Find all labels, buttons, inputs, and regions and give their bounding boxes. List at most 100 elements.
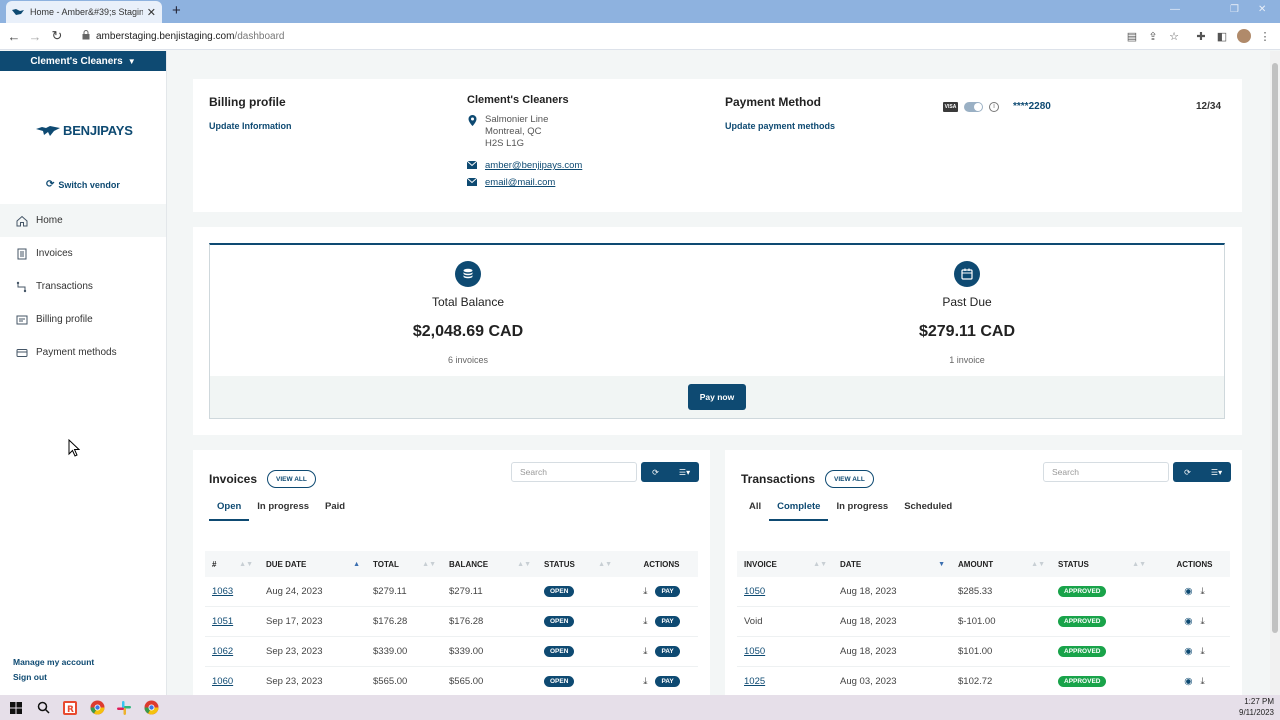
lock-icon	[82, 30, 90, 42]
url-field[interactable]: amberstaging.benjistaging.com/dashboard	[74, 26, 1116, 46]
new-tab-icon[interactable]: +	[172, 3, 181, 19]
switch-vendor-link[interactable]: ⟳ Switch vendor	[46, 179, 120, 190]
invoice-number-link[interactable]: 1060	[212, 676, 233, 687]
download-icon[interactable]: ⤓	[1201, 676, 1205, 687]
extensions-icon[interactable]: ✚	[1194, 29, 1208, 43]
download-icon[interactable]: ⤓	[1201, 616, 1205, 627]
pay-button[interactable]: PAY	[655, 646, 680, 657]
slack-icon[interactable]	[113, 697, 135, 719]
tab-in-progress[interactable]: In progress	[249, 501, 317, 521]
sidebar-item-billing-profile[interactable]: Billing profile	[0, 303, 166, 336]
sidebar-item-payment-methods[interactable]: Payment methods	[0, 336, 166, 369]
view-eye-icon[interactable]: ◉	[1184, 646, 1192, 657]
column-menu-icon[interactable]: ☰▾	[670, 468, 699, 477]
column-menu-icon[interactable]: ☰▾	[1202, 468, 1231, 477]
download-icon[interactable]: ⤓	[1201, 646, 1205, 657]
maximize-window-icon[interactable]: ❐	[1230, 4, 1239, 15]
forward-icon[interactable]: →	[27, 28, 43, 44]
col-balance[interactable]: BALANCE ▲▼	[442, 560, 537, 569]
total: $565.00	[373, 676, 408, 687]
email-link-primary[interactable]: amber@benjipays.com	[485, 160, 582, 172]
download-icon[interactable]: ⤓	[643, 586, 647, 597]
transactions-view-all-button[interactable]: VIEW ALL	[825, 470, 874, 488]
transactions-header: Transactions VIEW ALL	[741, 470, 874, 488]
update-payment-methods-link[interactable]: Update payment methods	[725, 121, 835, 131]
invoice-number-link[interactable]: 1062	[212, 646, 233, 657]
windows-start-icon[interactable]	[5, 697, 27, 719]
bookmark-star-icon[interactable]: ☆	[1167, 29, 1181, 43]
pay-button[interactable]: PAY	[655, 676, 680, 687]
col-date[interactable]: DATE ▼	[833, 560, 951, 569]
sidebar-item-home[interactable]: Home	[0, 204, 166, 237]
side-panel-icon[interactable]: ◧	[1215, 29, 1229, 43]
chrome-profile-icon[interactable]	[140, 697, 162, 719]
refresh-icon[interactable]: ⟳	[641, 468, 670, 477]
default-card-toggle[interactable]	[964, 101, 983, 112]
view-eye-icon[interactable]: ◉	[1184, 616, 1192, 627]
transactions-title: Transactions	[741, 472, 816, 486]
tab-paid[interactable]: Paid	[317, 501, 353, 521]
invoice-link[interactable]: 1025	[744, 676, 765, 687]
coins-icon	[455, 261, 481, 287]
profile-avatar[interactable]	[1237, 29, 1251, 43]
view-eye-icon[interactable]: ◉	[1184, 586, 1192, 597]
reload-icon[interactable]: ↻	[49, 28, 65, 44]
col-due-date[interactable]: DUE DATE ▲	[259, 560, 366, 569]
search-icon[interactable]	[32, 697, 54, 719]
tab-all[interactable]: All	[741, 501, 769, 521]
sort-icon: ▲▼	[422, 560, 436, 568]
col-number[interactable]: # ▲▼	[205, 560, 259, 569]
email-link-secondary[interactable]: email@mail.com	[485, 177, 555, 189]
tab-complete[interactable]: Complete	[769, 501, 829, 521]
sign-out-link[interactable]: Sign out	[13, 670, 94, 685]
status-badge: OPEN	[544, 646, 575, 657]
col-amount[interactable]: AMOUNT ▲▼	[951, 560, 1051, 569]
invoice-number-link[interactable]: 1063	[212, 586, 233, 597]
col-total[interactable]: TOTAL ▲▼	[366, 560, 442, 569]
download-icon[interactable]: ⤓	[1201, 586, 1205, 597]
share-icon[interactable]: ⇪	[1146, 29, 1160, 43]
app-r-icon[interactable]: R	[59, 697, 81, 719]
invoice-number-link[interactable]: 1051	[212, 616, 233, 627]
col-status[interactable]: STATUS ▲▼	[1051, 560, 1152, 569]
download-icon[interactable]: ⤓	[643, 646, 647, 657]
invoice-link[interactable]: 1050	[744, 586, 765, 597]
scrollbar-thumb[interactable]	[1272, 63, 1278, 633]
tab-open[interactable]: Open	[209, 501, 250, 521]
pay-button[interactable]: PAY	[655, 586, 680, 597]
download-icon[interactable]: ⤓	[643, 676, 647, 687]
info-icon[interactable]: i	[989, 101, 999, 112]
address-bar-row: ← → ↻ amberstaging.benjistaging.com/dash…	[0, 23, 1280, 50]
manage-account-link[interactable]: Manage my account	[13, 655, 94, 670]
vendor-selector[interactable]: Clement's Cleaners ▼	[0, 51, 166, 71]
sidebar-item-transactions[interactable]: Transactions	[0, 270, 166, 303]
transactions-search-input[interactable]: Search	[1043, 462, 1169, 482]
tab-scheduled[interactable]: Scheduled	[896, 501, 960, 521]
chrome-icon[interactable]	[86, 697, 108, 719]
update-information-link[interactable]: Update Information	[209, 121, 292, 131]
total: $339.00	[373, 646, 408, 657]
pay-button[interactable]: PAY	[655, 616, 680, 627]
reader-mode-icon[interactable]: ▤	[1125, 29, 1139, 43]
balance: $339.00	[449, 646, 484, 657]
back-icon[interactable]: ←	[6, 28, 22, 44]
invoices-view-all-button[interactable]: VIEW ALL	[267, 470, 316, 488]
pay-now-button[interactable]: Pay now	[687, 384, 747, 410]
col-invoice[interactable]: INVOICE ▲▼	[737, 560, 833, 569]
chevron-down-icon: ▼	[127, 56, 136, 66]
view-eye-icon[interactable]: ◉	[1184, 676, 1192, 687]
minimize-window-icon[interactable]: —	[1170, 4, 1180, 15]
sidebar-item-invoices[interactable]: Invoices	[0, 237, 166, 270]
browser-tab[interactable]: Home - Amber&#39;s Staging p ✕	[6, 1, 162, 23]
close-window-icon[interactable]: ✕	[1258, 4, 1266, 15]
close-tab-icon[interactable]: ✕	[147, 6, 156, 19]
download-icon[interactable]: ⤓	[643, 616, 647, 627]
col-status[interactable]: STATUS ▲▼	[537, 560, 618, 569]
browser-menu-icon[interactable]: ⋮	[1258, 29, 1272, 43]
system-clock[interactable]: 1:27 PM 9/11/2023	[1239, 696, 1274, 718]
refresh-icon[interactable]: ⟳	[1173, 468, 1202, 477]
invoices-search-input[interactable]: Search	[511, 462, 637, 482]
page-scrollbar[interactable]	[1270, 51, 1280, 695]
tab-in-progress[interactable]: In progress	[828, 501, 896, 521]
invoice-link[interactable]: 1050	[744, 646, 765, 657]
